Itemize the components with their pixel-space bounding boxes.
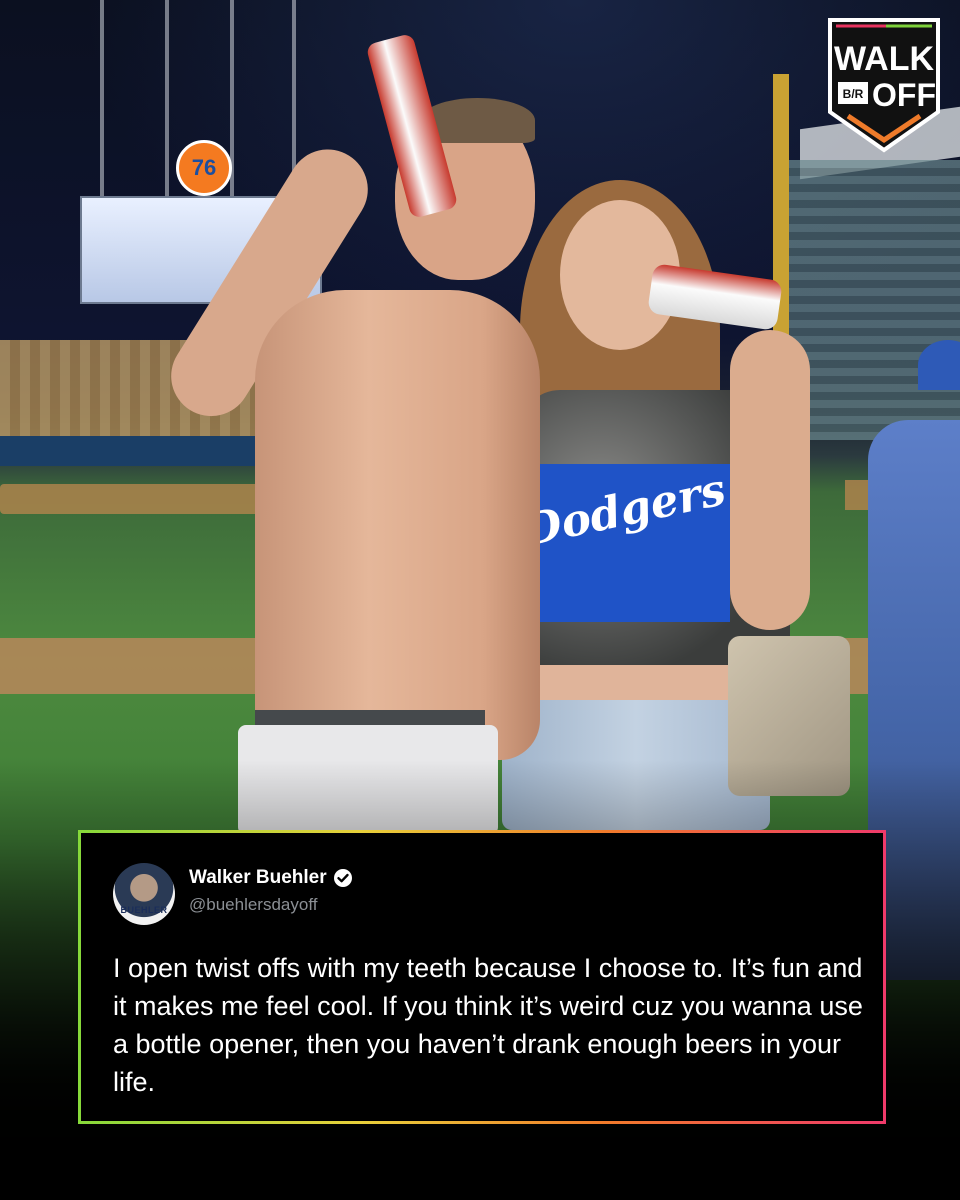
outfield-wall — [0, 436, 260, 466]
light-tower — [100, 0, 104, 200]
man-torso — [255, 290, 540, 760]
verified-badge-icon — [333, 869, 352, 887]
author-row: Walker Buehler — [189, 867, 353, 889]
author-handle[interactable]: @buehlersdayoff — [189, 895, 317, 915]
logo-word-off: OFF — [872, 77, 936, 113]
logo-word-walk: WALK — [834, 40, 935, 78]
walkoff-logo: WALK B/R OFF — [828, 18, 940, 153]
tweet-text: I open twist offs with my teeth because … — [113, 953, 863, 1097]
author-name[interactable]: Walker Buehler — [189, 867, 327, 889]
light-tower — [165, 0, 169, 200]
avatar[interactable]: BUEHLER — [113, 863, 175, 925]
sign-76: 76 — [176, 140, 232, 196]
woman-arm — [730, 330, 810, 630]
br-badge-text: B/R — [843, 87, 864, 101]
avatar-jersey-text: BUEHLER — [120, 905, 168, 915]
foul-pole — [773, 74, 789, 374]
tweet-card-body: BUEHLER Walker Buehler @buehlersdayoff I… — [81, 833, 883, 1121]
tweet-card: BUEHLER Walker Buehler @buehlersdayoff I… — [78, 830, 886, 1124]
